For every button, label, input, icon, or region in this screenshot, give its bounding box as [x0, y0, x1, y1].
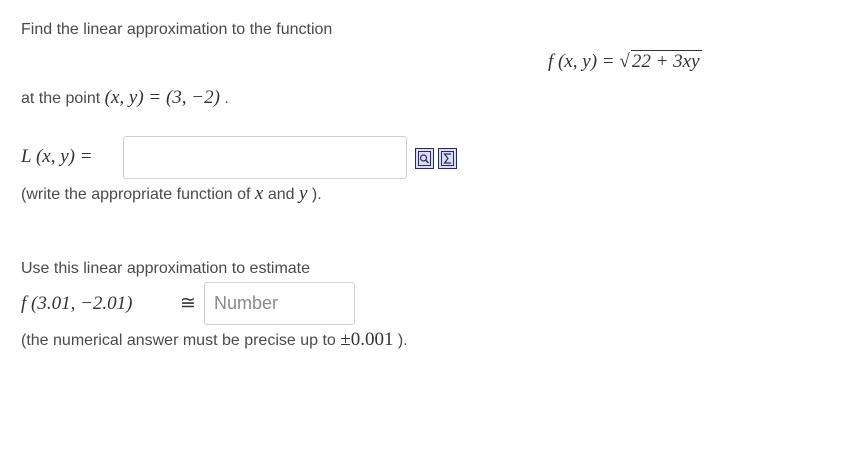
approx-symbol: ≅ — [180, 292, 196, 314]
point-math: (x, y) = (3, −2) — [104, 87, 220, 108]
precision-value: ±0.001 — [340, 329, 394, 350]
radical-sign-icon: √ — [619, 51, 630, 72]
linear-approximation-input[interactable] — [123, 136, 407, 179]
point-prefix: at the point — [21, 90, 101, 107]
square-root: √ 22 + 3xy — [619, 50, 702, 73]
estimate-expression: f (3.01, −2.01) — [21, 293, 133, 314]
linear-note: (write the appropriate function of x and… — [21, 183, 322, 205]
note-prefix: (write the appropriate function of — [21, 186, 251, 203]
sigma-equation-editor-icon[interactable] — [438, 148, 457, 169]
estimate-number-input[interactable] — [204, 282, 355, 325]
linear-label: L (x, y) = — [21, 146, 93, 167]
precision-prefix: (the numerical answer must be precise up… — [21, 332, 336, 349]
note-var-x: x — [254, 183, 264, 204]
point-line: at the point (x, y) = (3, −2) . — [21, 87, 229, 109]
function-radicand: 22 + 3xy — [630, 50, 702, 72]
note-var-y: y — [298, 183, 308, 204]
estimate-intro: Use this linear approximation to estimat… — [21, 260, 311, 277]
intro-text: Find the linear approximation to the fun… — [21, 21, 333, 38]
point-suffix: . — [224, 90, 229, 107]
function-definition: f (x, y) = √ 22 + 3xy — [548, 50, 702, 73]
formula-preview-icon[interactable] — [415, 148, 434, 169]
function-lhs: f (x, y) = — [548, 51, 615, 72]
precision-suffix: ). — [397, 332, 408, 349]
note-suffix: ). — [311, 186, 322, 203]
note-and: and — [267, 186, 295, 203]
precision-note: (the numerical answer must be precise up… — [21, 329, 408, 351]
